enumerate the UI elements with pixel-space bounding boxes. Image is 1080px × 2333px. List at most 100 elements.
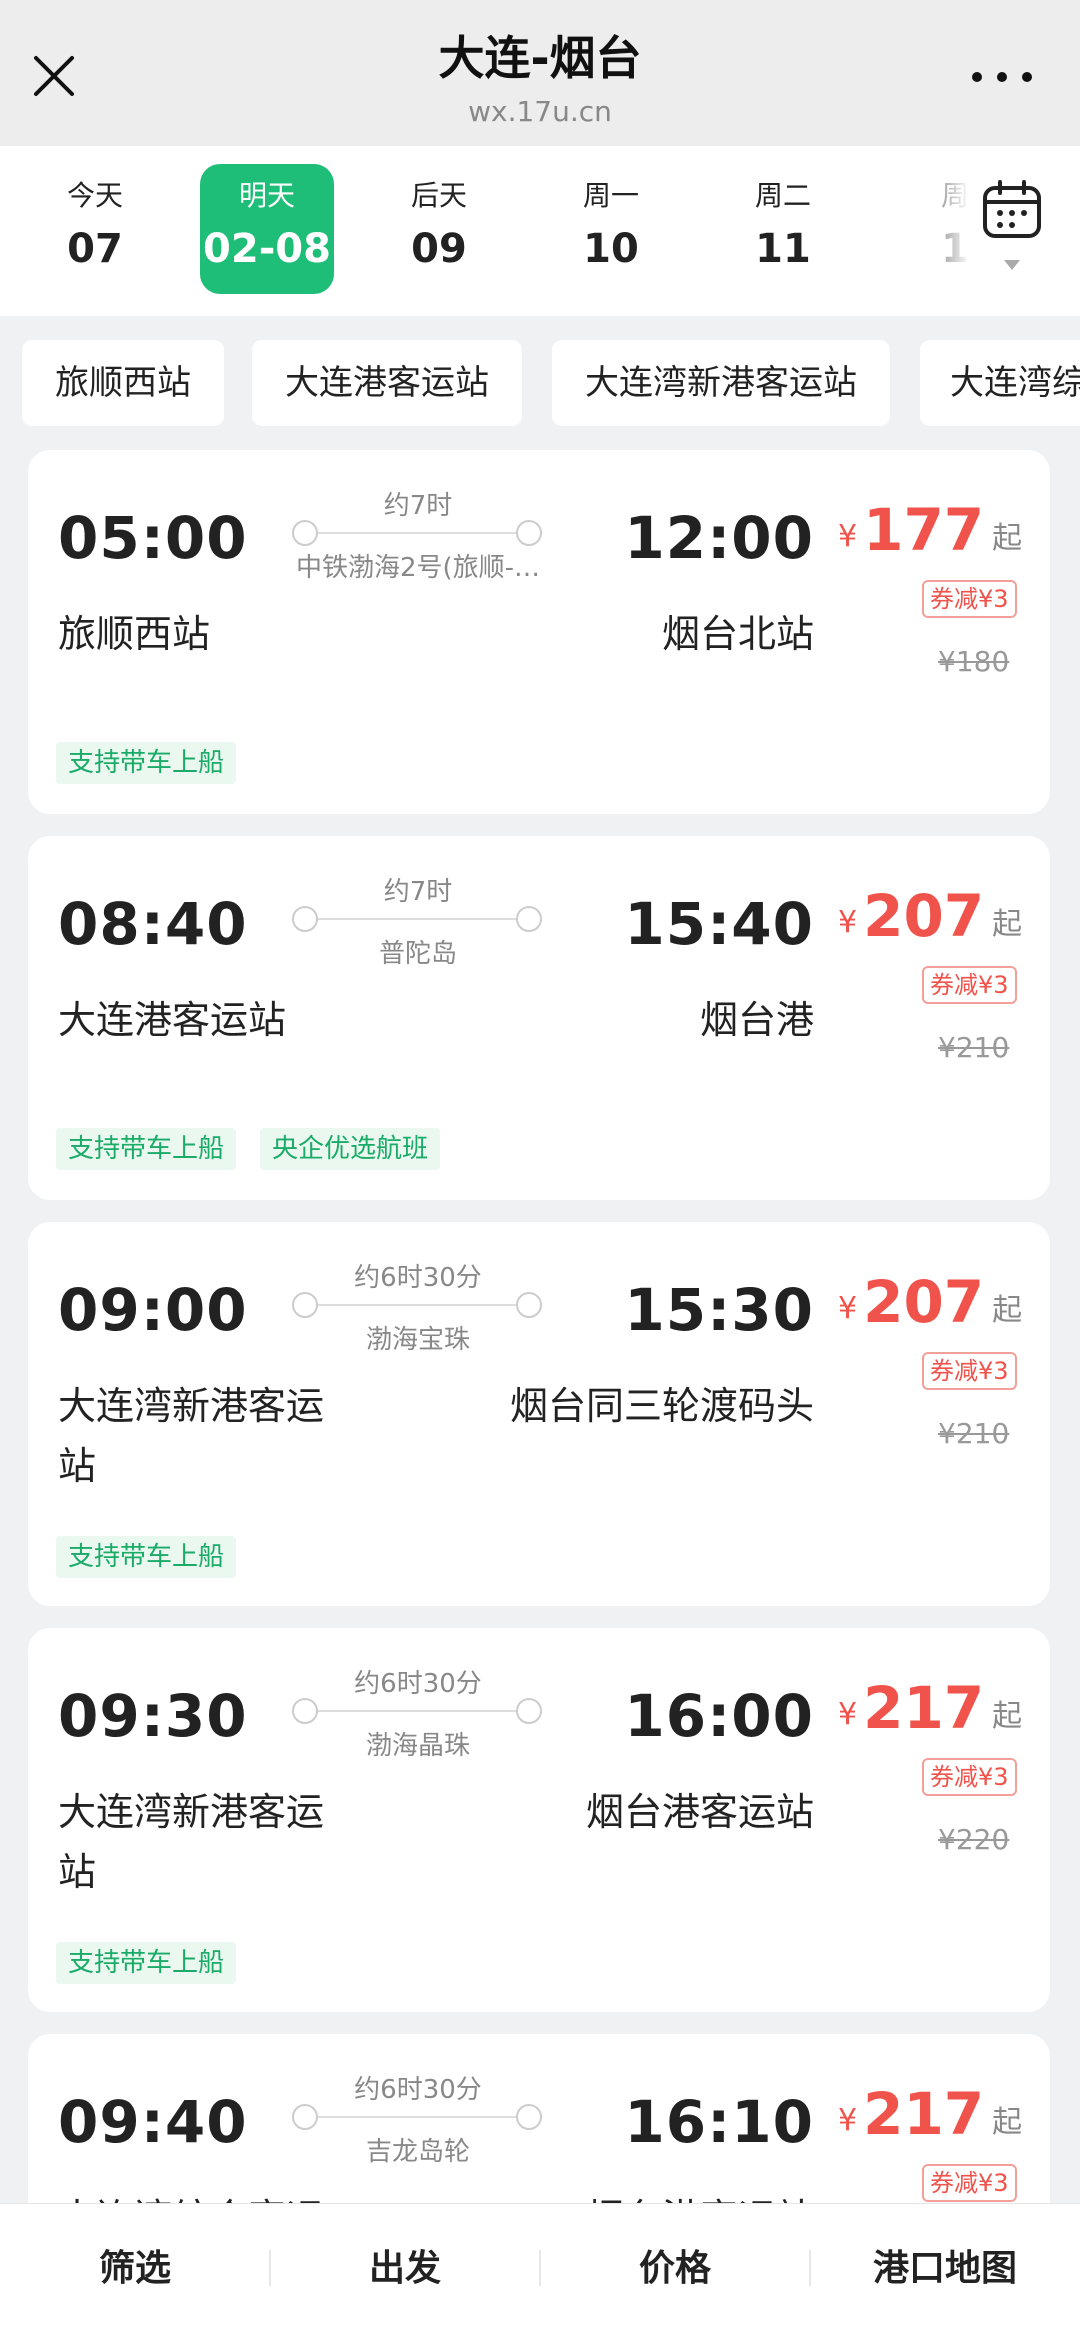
price-suffix: 起 — [992, 521, 1023, 556]
ship-name: 渤海晶珠 — [365, 1731, 470, 1761]
sailing-card[interactable]: 09:00 约6时30分 渤海宝珠 15:30 大连湾新港客运站 烟台同三轮渡码… — [28, 1222, 1050, 1606]
price: ¥207 起 — [838, 878, 1038, 954]
date-label: 周二 — [754, 179, 811, 212]
route-dot — [516, 1292, 542, 1318]
price-suffix: 起 — [992, 1293, 1023, 1328]
feature-tag: 支持带车上船 — [56, 1942, 237, 1984]
tag-list: 支持带车上船 — [56, 1942, 260, 1984]
route-dot — [292, 1698, 318, 1724]
ship-name: 渤海宝珠 — [365, 1325, 470, 1355]
bottom-toolbar: 筛选 出发 价格 港口地图 — [0, 2203, 1080, 2333]
sailing-card[interactable]: 05:00 约7时 中铁渤海2号(旅顺-… 12:00 旅顺西站 烟台北站 ¥1… — [28, 450, 1050, 814]
feature-tag: 支持带车上船 — [56, 742, 237, 784]
departure-time: 09:00 — [58, 1276, 248, 1344]
route-dot — [292, 2104, 318, 2130]
calendar-button[interactable] — [966, 178, 1058, 288]
route-dot — [292, 520, 318, 546]
route-dot — [516, 906, 542, 932]
date-item[interactable]: 后天 09 — [372, 164, 506, 294]
more-icon — [972, 72, 982, 82]
more-icon — [997, 72, 1007, 82]
duration: 约6时30分 — [354, 1669, 482, 1699]
date-item[interactable]: 周二 11 — [716, 164, 850, 294]
price-amount: 217 — [863, 2080, 985, 2148]
date-fade — [900, 146, 970, 316]
more-icon — [1022, 72, 1032, 82]
date-item[interactable]: 今天 07 — [28, 164, 162, 294]
calendar-icon — [983, 180, 1041, 238]
route-dot — [516, 1698, 542, 1724]
date-item[interactable]: 周一 10 — [544, 164, 678, 294]
page-subtitle: wx.17u.cn — [468, 95, 612, 128]
departure-station: 大连湾新港客运站 — [58, 1384, 325, 1488]
coupon-badge: 券减¥3 — [922, 580, 1017, 618]
chevron-down-icon — [1004, 260, 1020, 270]
price: ¥207 起 — [838, 1264, 1038, 1340]
station-chip[interactable]: 旅顺西站 — [22, 340, 224, 426]
more-button[interactable] — [972, 62, 1032, 92]
date-item-selected[interactable]: 明天 02-08 — [200, 164, 334, 294]
route-dot — [292, 1292, 318, 1318]
departure-time: 05:00 — [58, 504, 248, 572]
currency-symbol: ¥ — [838, 1697, 858, 1732]
sailing-card[interactable]: 09:30 约6时30分 渤海晶珠 16:00 大连湾新港客运站 烟台港客运站 … — [28, 1628, 1050, 2012]
route-dot — [516, 520, 542, 546]
coupon-badge: 券减¥3 — [922, 1758, 1017, 1796]
price-amount: 207 — [863, 882, 985, 950]
date-label: 后天 — [410, 179, 467, 212]
feature-tag: 央企优选航班 — [260, 1128, 441, 1170]
arrival-station: 烟台北站 — [661, 612, 814, 656]
departure-time: 09:40 — [58, 2088, 248, 2156]
tag-list: 支持带车上船 央企优选航班 — [56, 1128, 464, 1170]
route-line — [292, 906, 542, 932]
duration: 约7时 — [383, 877, 453, 907]
price-amount: 177 — [863, 496, 985, 564]
departure-station: 大连港客运站 — [58, 998, 287, 1042]
sailing-card[interactable]: 08:40 约7时 普陀岛 15:40 大连港客运站 烟台港 ¥207 起 券减¥… — [28, 836, 1050, 1200]
route-line — [292, 520, 542, 546]
arrival-time: 16:10 — [624, 2088, 814, 2156]
sort-departure-button[interactable]: 出发 — [270, 2204, 540, 2333]
arrival-time: 15:40 — [624, 890, 814, 958]
arrival-station: 烟台同三轮渡码头 — [509, 1384, 814, 1428]
price: ¥177 起 — [838, 492, 1038, 568]
station-filter-bar: 旅顺西站 大连港客运站 大连湾新港客运站 大连湾综 — [0, 340, 1080, 430]
page-title: 大连-烟台 — [438, 31, 642, 85]
currency-symbol: ¥ — [838, 1291, 858, 1326]
original-price: ¥210 — [938, 1031, 1010, 1064]
currency-symbol: ¥ — [838, 519, 858, 554]
original-price: ¥220 — [938, 1823, 1010, 1856]
original-price: ¥210 — [938, 1417, 1010, 1450]
date-number: 02-08 — [203, 226, 331, 272]
departure-time: 09:30 — [58, 1682, 248, 1750]
price-amount: 207 — [863, 1268, 985, 1336]
route-line — [292, 2104, 542, 2130]
route-line — [292, 1292, 542, 1318]
arrival-time: 15:30 — [624, 1276, 814, 1344]
date-number: 07 — [67, 226, 123, 272]
coupon-badge: 券减¥3 — [922, 1352, 1017, 1390]
coupon-badge: 券减¥3 — [922, 966, 1017, 1004]
filter-button[interactable]: 筛选 — [0, 2204, 270, 2333]
date-label: 周一 — [582, 179, 639, 212]
title-bar: 大连-烟台 wx.17u.cn — [0, 0, 1080, 146]
ship-name: 吉龙岛轮 — [365, 2137, 470, 2167]
route-dot — [516, 2104, 542, 2130]
currency-symbol: ¥ — [838, 905, 858, 940]
tag-list: 支持带车上船 — [56, 1536, 260, 1578]
price: ¥217 起 — [838, 1670, 1038, 1746]
station-chip[interactable]: 大连港客运站 — [252, 340, 522, 426]
station-chip[interactable]: 大连湾综 — [920, 340, 1080, 426]
feature-tag: 支持带车上船 — [56, 1128, 237, 1170]
duration: 约6时30分 — [354, 2075, 482, 2105]
port-map-button[interactable]: 港口地图 — [810, 2204, 1080, 2333]
sort-price-button[interactable]: 价格 — [540, 2204, 810, 2333]
title-block: 大连-烟台 wx.17u.cn — [0, 28, 1080, 132]
arrival-time: 16:00 — [624, 1682, 814, 1750]
price-suffix: 起 — [992, 2105, 1023, 2140]
station-chip[interactable]: 大连湾新港客运站 — [552, 340, 890, 426]
ship-name: 中铁渤海2号(旅顺-… — [295, 553, 541, 583]
date-selector: 今天 07 明天 02-08 后天 09 周一 10 周二 11 周 1 — [0, 146, 1080, 316]
route-line — [292, 1698, 542, 1724]
date-label: 明天 — [238, 179, 295, 212]
